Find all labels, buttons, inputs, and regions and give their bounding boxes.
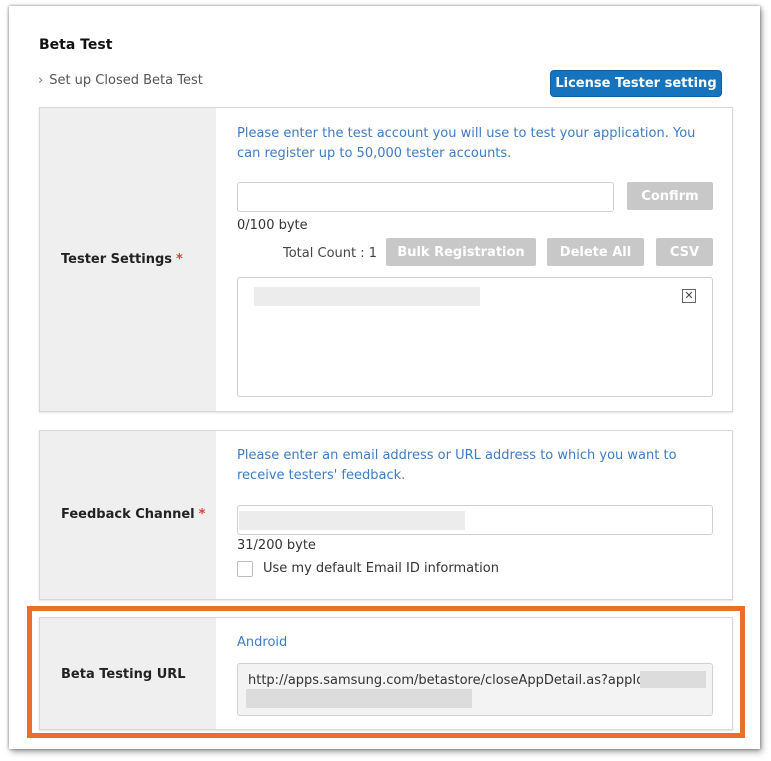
section-title: Beta Test xyxy=(39,37,113,53)
bulk-registration-button[interactable]: Bulk Registration xyxy=(386,238,536,266)
total-count: Total Count : 1 xyxy=(283,246,378,261)
tester-settings-panel: Tester Settings * Please enter the test a… xyxy=(39,107,733,412)
highlight-box xyxy=(27,606,745,738)
remove-tester-icon[interactable]: ✕ xyxy=(682,289,696,303)
tester-entry-redacted xyxy=(254,287,480,306)
confirm-button[interactable]: Confirm xyxy=(627,182,713,210)
subhead: › Set up Closed Beta Test xyxy=(38,73,203,88)
tester-list-box: ✕ xyxy=(237,277,713,397)
chevron-right-icon: › xyxy=(38,73,44,88)
feedback-channel-label: Feedback Channel * xyxy=(61,507,206,522)
default-email-checkbox[interactable] xyxy=(237,561,253,577)
feedback-channel-panel: Feedback Channel * Please enter an email … xyxy=(39,430,733,600)
tester-byte-count: 0/100 byte xyxy=(237,218,308,233)
delete-all-button[interactable]: Delete All xyxy=(547,238,644,266)
feedback-byte-count: 31/200 byte xyxy=(237,538,316,553)
default-email-label: Use my default Email ID information xyxy=(263,561,499,576)
feedback-hint: Please enter an email address or URL add… xyxy=(237,448,677,483)
subhead-text: Set up Closed Beta Test xyxy=(49,73,203,88)
license-tester-setting-button[interactable]: License Tester setting xyxy=(550,70,722,97)
tester-account-input[interactable] xyxy=(237,182,614,212)
tester-hint: Please enter the test account you will u… xyxy=(237,126,696,161)
tester-settings-label: Tester Settings * xyxy=(61,252,183,267)
required-mark: * xyxy=(198,507,206,522)
required-mark: * xyxy=(176,252,183,267)
feedback-value-redacted xyxy=(239,511,465,530)
feedback-input[interactable] xyxy=(237,505,713,535)
csv-button[interactable]: CSV xyxy=(656,238,713,266)
